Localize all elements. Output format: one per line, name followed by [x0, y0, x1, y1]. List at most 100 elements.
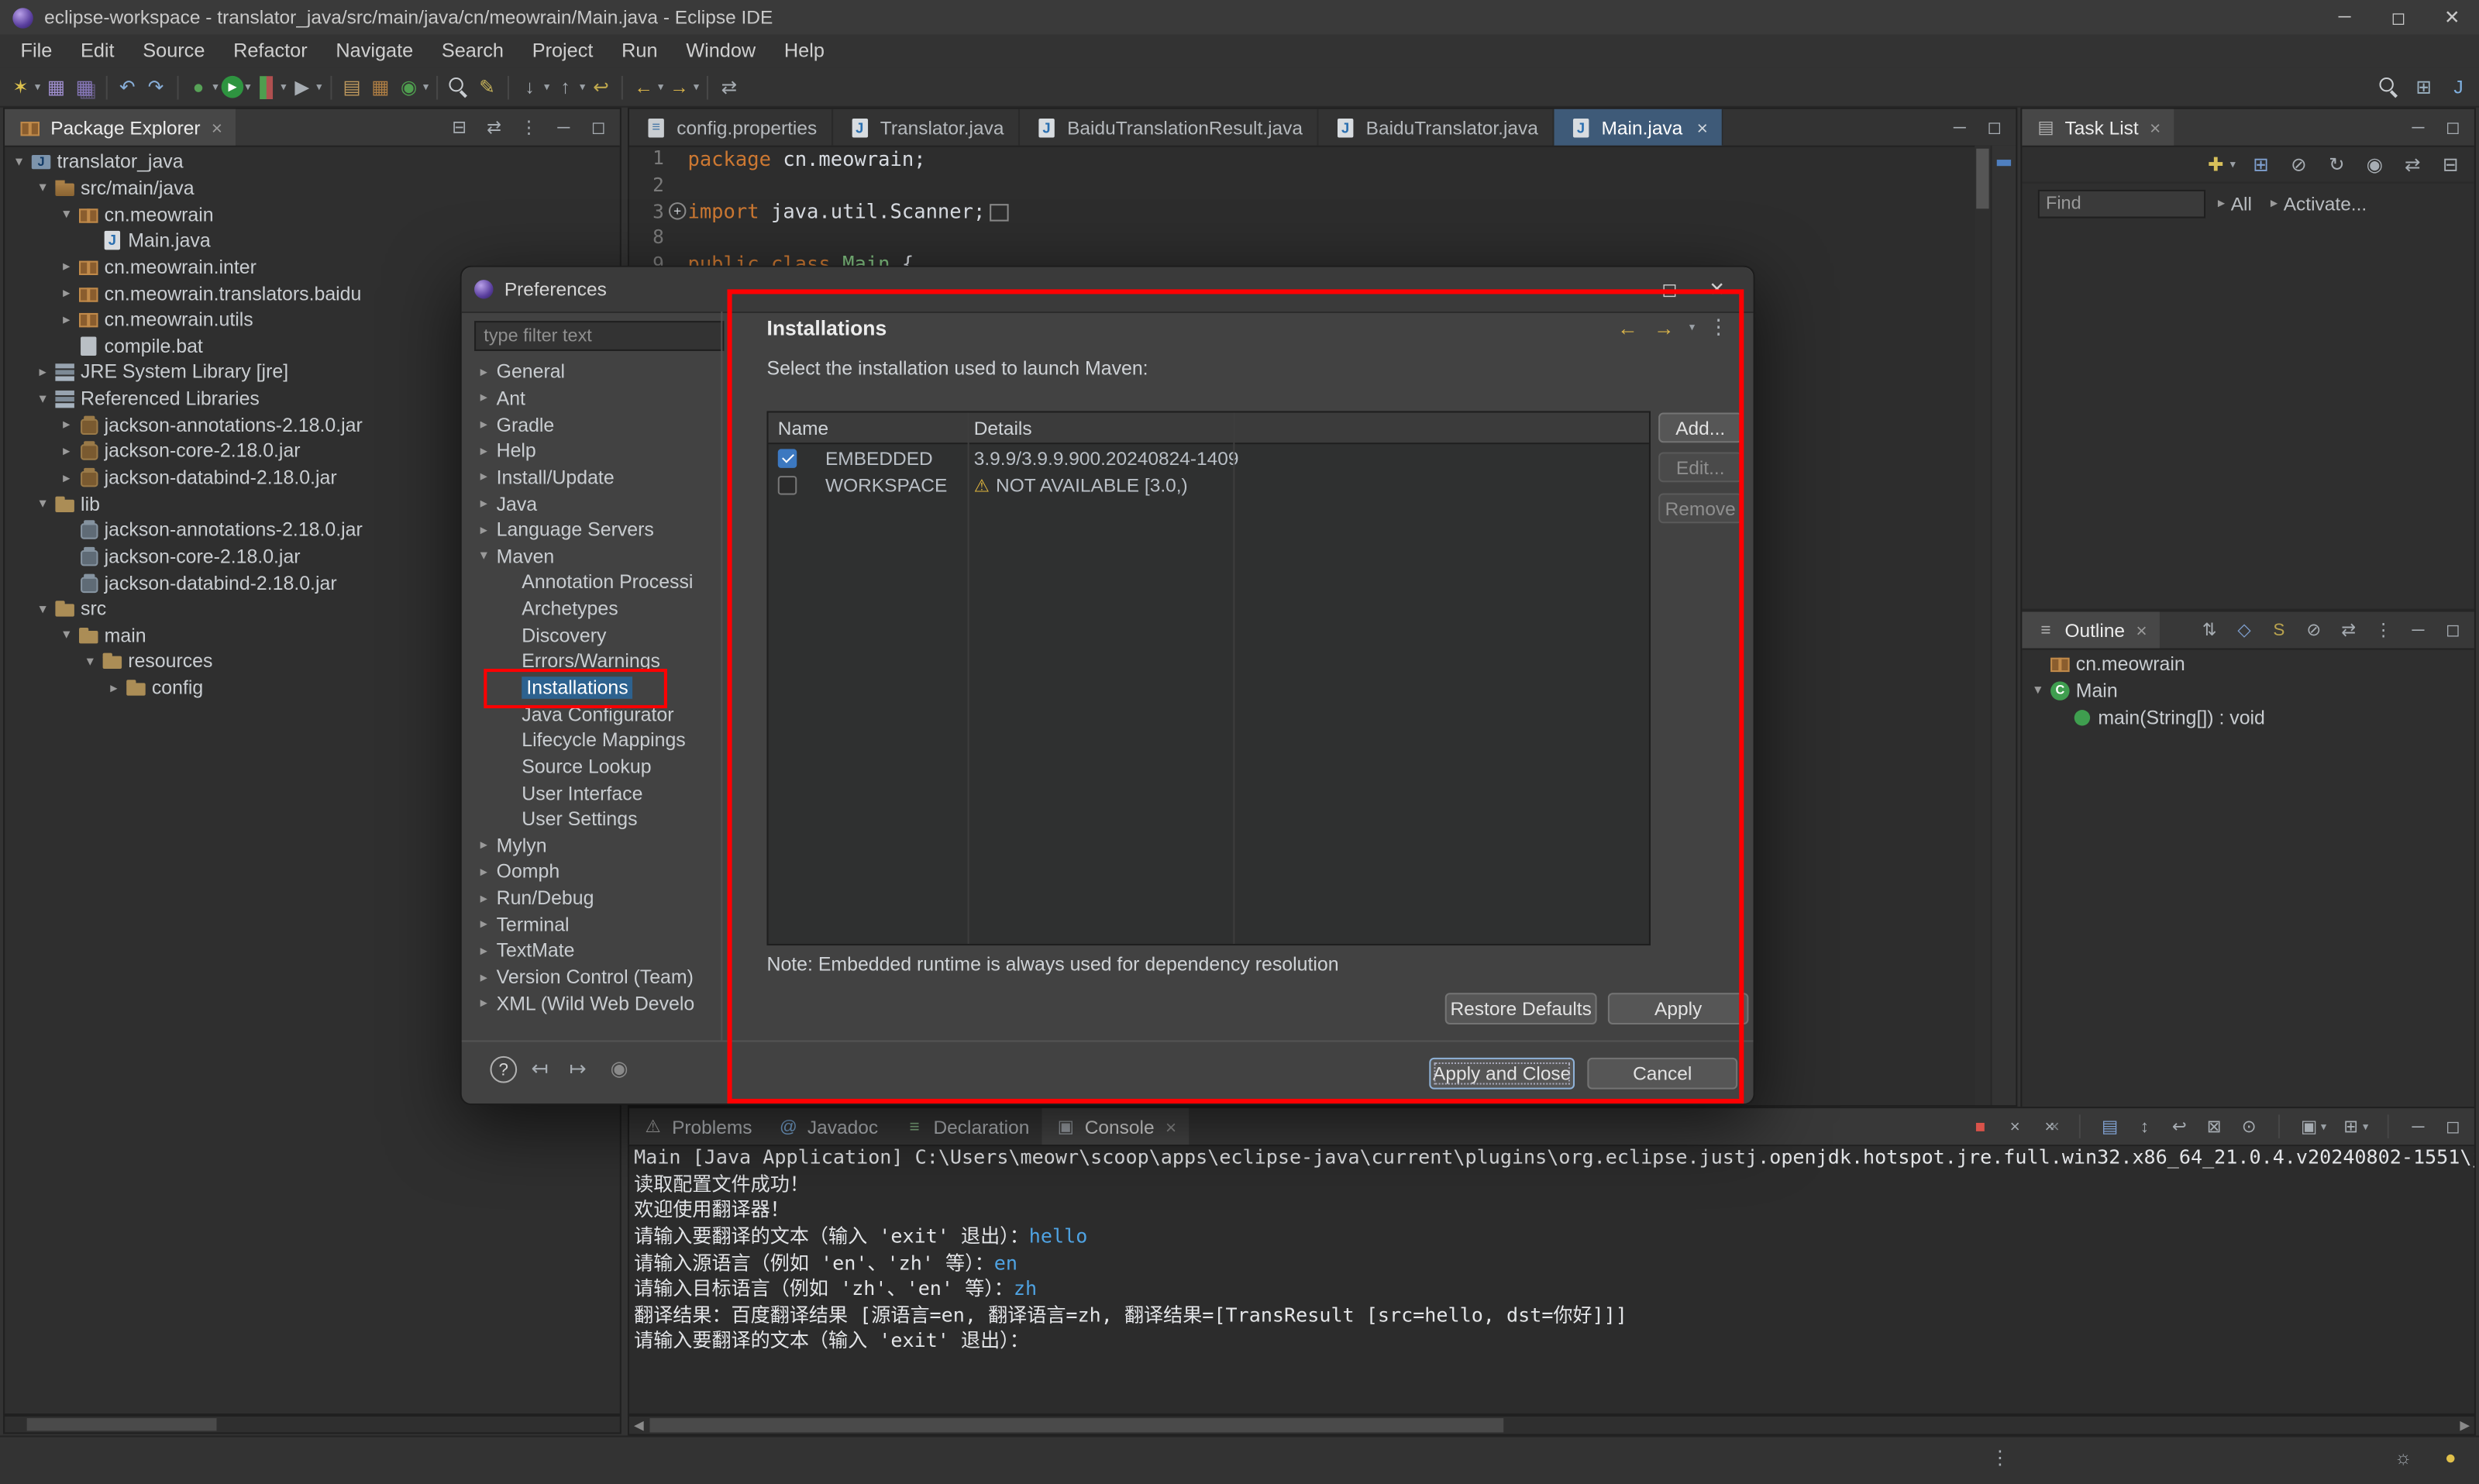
editor-tab-translator-java[interactable]: Translator.java: [833, 109, 1020, 146]
pref-tree-item-installations[interactable]: Installations: [465, 675, 718, 701]
maximize-button[interactable]: ◻: [587, 113, 611, 142]
filter-all[interactable]: ▸All: [2215, 192, 2252, 215]
console-tab-problems[interactable]: ⚠Problems: [629, 1108, 765, 1145]
run-button[interactable]: ▶▾: [220, 74, 253, 100]
java-perspective-button[interactable]: J: [2444, 73, 2473, 102]
expander-icon[interactable]: ▾: [474, 548, 493, 565]
pref-tree-item-install-update[interactable]: ▸Install/Update: [465, 464, 718, 491]
new-wizard-button[interactable]: ✶▾: [6, 73, 42, 102]
menu-navigate[interactable]: Navigate: [322, 35, 428, 68]
expander-icon[interactable]: ▾: [33, 179, 52, 196]
tree-item-translator-java[interactable]: ▾translator_java: [5, 149, 620, 175]
scroll-right-icon[interactable]: ▶: [2455, 1417, 2474, 1434]
minimize-button[interactable]: ─: [2406, 113, 2430, 142]
minimize-button[interactable]: ─: [2406, 1112, 2430, 1141]
dropdown-caret-icon[interactable]: ▾: [281, 81, 286, 93]
expander-icon[interactable]: ▸: [57, 258, 75, 275]
menu-run[interactable]: Run: [608, 35, 672, 68]
categorized-button[interactable]: ⊞: [2247, 150, 2275, 179]
menu-search[interactable]: Search: [428, 35, 518, 68]
activate-task-button[interactable]: ◉: [2360, 150, 2389, 179]
back-button[interactable]: ←▾: [629, 73, 665, 102]
expander-icon[interactable]: ▸: [33, 363, 52, 380]
expander-icon[interactable]: ▾: [2029, 682, 2047, 699]
expander-icon[interactable]: ▸: [474, 995, 493, 1012]
dropdown-caret-icon[interactable]: ▾: [580, 81, 585, 93]
menu-project[interactable]: Project: [518, 35, 607, 68]
coverage-button[interactable]: ▌▾: [253, 73, 288, 102]
expander-icon[interactable]: ▾: [57, 205, 75, 222]
pref-tree-item-ant[interactable]: ▸Ant: [465, 385, 718, 411]
pref-tree-item-language-servers[interactable]: ▸Language Servers: [465, 517, 718, 543]
export-preferences-icon[interactable]: ↤: [532, 1056, 549, 1082]
console-tab-declaration[interactable]: ≡Declaration: [890, 1108, 1042, 1145]
folded-region-icon[interactable]: [990, 204, 1008, 221]
tree-item-cn-meowrain[interactable]: ▾cn.meowrain: [5, 201, 620, 228]
expander-icon[interactable]: ▸: [474, 495, 493, 512]
maximize-button[interactable]: ◻: [2441, 113, 2465, 142]
status-overflow-icon[interactable]: ⋮: [1991, 1447, 2009, 1469]
forward-button[interactable]: →▾: [665, 73, 701, 102]
editor-tab-main-java[interactable]: Main.java×: [1554, 109, 1723, 146]
maximize-window-button[interactable]: [2371, 0, 2425, 35]
restore-defaults-button[interactable]: Restore Defaults: [1445, 993, 1597, 1024]
preference-recorder-icon[interactable]: ◉: [611, 1056, 628, 1082]
editor-vertical-scrollbar[interactable]: [1975, 146, 1990, 1105]
expander-icon[interactable]: ▾: [33, 495, 52, 512]
expander-icon[interactable]: ▸: [57, 416, 75, 433]
expander-icon[interactable]: ▸: [474, 522, 493, 539]
close-view-icon[interactable]: ×: [2150, 116, 2161, 139]
dropdown-caret-icon[interactable]: ▾: [2363, 1120, 2368, 1132]
view-menu-button[interactable]: ⋮: [517, 113, 541, 142]
hide-fields-button[interactable]: ◇: [2233, 616, 2257, 645]
remove-all-terminated-button[interactable]: ×: [2038, 1112, 2062, 1141]
new-task-button[interactable]: ✚▾: [2202, 150, 2237, 179]
collapse-all-button[interactable]: ⊟: [447, 113, 471, 142]
forward-history-caret-icon[interactable]: ▾: [1689, 321, 1695, 333]
apply-and-close-button[interactable]: Apply and Close: [1429, 1058, 1575, 1090]
view-menu-button[interactable]: ⋮: [2371, 616, 2395, 645]
tree-item-src-main-java[interactable]: ▾src/main/java: [5, 175, 620, 201]
dropdown-caret-icon[interactable]: ▾: [245, 81, 250, 93]
word-wrap-button[interactable]: ↩: [2167, 1112, 2192, 1141]
minimize-window-button[interactable]: [2318, 0, 2371, 35]
mark-occurrences-button[interactable]: ✎: [473, 73, 501, 102]
close-tab-icon[interactable]: ×: [1697, 116, 1708, 139]
tab-outline[interactable]: ≡ Outline ×: [2022, 612, 2160, 649]
new-java-project-button[interactable]: ▤: [338, 73, 367, 102]
hide-non-public-button[interactable]: ⊘: [2302, 616, 2326, 645]
editor-tab-baidutranslator-java[interactable]: BaiduTranslator.java: [1318, 109, 1554, 146]
console-tab-console[interactable]: ▣Console×: [1042, 1108, 1190, 1145]
expander-icon[interactable]: ▾: [9, 153, 28, 170]
pref-tree-item-textmate[interactable]: ▸TextMate: [465, 938, 718, 964]
import-preferences-icon[interactable]: ↦: [569, 1056, 586, 1082]
tree-content-sash[interactable]: [721, 312, 722, 1041]
expander-icon[interactable]: ▸: [474, 442, 493, 460]
save-all-button[interactable]: ▦: [71, 73, 99, 102]
search-button[interactable]: [444, 73, 473, 102]
cancel-button[interactable]: Cancel: [1587, 1058, 1737, 1090]
apply-button[interactable]: Apply: [1608, 993, 1749, 1024]
back-icon[interactable]: ←: [1615, 315, 1641, 340]
forward-icon[interactable]: →: [1651, 315, 1677, 340]
maximize-button[interactable]: ◻: [1982, 113, 2006, 142]
package-explorer-hscrollbar[interactable]: [3, 1415, 621, 1434]
expander-icon[interactable]: ▸: [57, 469, 75, 486]
add-button[interactable]: Add...: [1658, 412, 1742, 442]
pref-tree-item-gradle[interactable]: ▸Gradle: [465, 411, 718, 438]
dropdown-caret-icon[interactable]: ▾: [694, 81, 699, 93]
edit-button[interactable]: Edit...: [1658, 452, 1742, 482]
view-menu-icon[interactable]: ⋮: [1706, 315, 1731, 340]
expander-icon[interactable]: ▸: [57, 442, 75, 460]
last-edit-location-button[interactable]: ↩: [587, 73, 615, 102]
scrollbar-thumb[interactable]: [1976, 149, 1988, 209]
pref-tree-item-mylyn[interactable]: ▸Mylyn: [465, 832, 718, 859]
dialog-maximize-button[interactable]: [1655, 275, 1684, 304]
outline-item-cn-meowrain[interactable]: cn.meowrain: [2022, 652, 2474, 678]
show-stdout-button[interactable]: ▤: [2098, 1112, 2122, 1141]
close-window-button[interactable]: [2426, 0, 2479, 35]
menu-help[interactable]: Help: [770, 35, 839, 68]
dropdown-caret-icon[interactable]: ▾: [658, 81, 663, 93]
prev-annotation-button[interactable]: ↑▾: [551, 73, 587, 102]
minimize-button[interactable]: ─: [1948, 113, 1972, 142]
